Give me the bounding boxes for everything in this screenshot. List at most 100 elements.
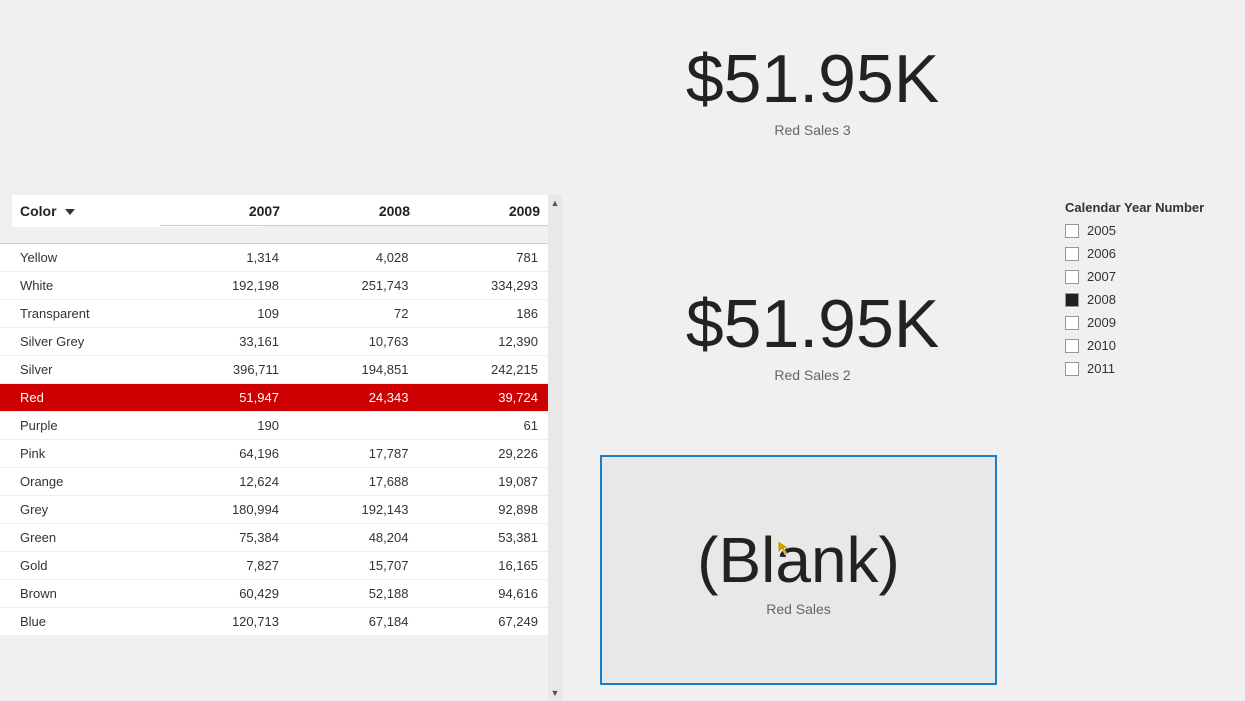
legend-items: 2005 2006 2007 2008 2009 2010 2011 — [1065, 223, 1225, 376]
cell-2009: 94,616 — [418, 580, 548, 607]
cell-2007: 64,196 — [159, 440, 289, 467]
cell-color: Transparent — [0, 300, 159, 327]
cell-color: Orange — [0, 468, 159, 495]
table-row[interactable]: Orange12,62417,68819,087 — [0, 468, 548, 496]
cell-2009: 61 — [418, 412, 548, 439]
table-row[interactable]: Brown60,42952,18894,616 — [0, 580, 548, 608]
legend-title: Calendar Year Number — [1065, 200, 1225, 215]
table-body: Yellow1,3144,028781White192,198251,74333… — [0, 244, 548, 636]
year-2009-header: 2009 — [420, 203, 550, 219]
cell-2009: 53,381 — [418, 524, 548, 551]
scroll-up-arrow[interactable]: ▲ — [548, 195, 562, 211]
cell-color: Pink — [0, 440, 159, 467]
legend-checkbox[interactable] — [1065, 362, 1079, 376]
blank-card-label: Red Sales — [766, 601, 831, 617]
cell-2008 — [289, 412, 419, 439]
cell-color: Yellow — [0, 244, 159, 271]
cell-2007: 33,161 — [159, 328, 289, 355]
cell-2007: 180,994 — [159, 496, 289, 523]
legend-checkbox[interactable] — [1065, 316, 1079, 330]
cell-2009: 12,390 — [418, 328, 548, 355]
legend-item[interactable]: 2010 — [1065, 338, 1225, 353]
cell-2007: 1,314 — [159, 244, 289, 271]
legend-year-label: 2005 — [1087, 223, 1116, 238]
cell-2008: 194,851 — [289, 356, 419, 383]
legend-checkbox[interactable] — [1065, 293, 1079, 307]
cell-2007: 12,624 — [159, 468, 289, 495]
table-row[interactable]: Blue120,71367,18467,249 — [0, 608, 548, 636]
cell-2007: 190 — [159, 412, 289, 439]
cell-2008: 48,204 — [289, 524, 419, 551]
legend-checkbox[interactable] — [1065, 339, 1079, 353]
kpi-middle-value: $51.95K — [580, 285, 1045, 363]
cell-2007: 7,827 — [159, 552, 289, 579]
cell-2007: 60,429 — [159, 580, 289, 607]
cell-2007: 51,947 — [159, 384, 289, 411]
cell-color: Brown — [0, 580, 159, 607]
cell-color: White — [0, 272, 159, 299]
cell-color: Silver — [0, 356, 159, 383]
year-headers: 2007 2008 2009 — [160, 195, 550, 226]
table-row[interactable]: Red51,94724,34339,724 — [0, 384, 548, 412]
table-row[interactable]: Gold7,82715,70716,165 — [0, 552, 548, 580]
cell-2009: 242,215 — [418, 356, 548, 383]
cell-2009: 39,724 — [418, 384, 548, 411]
cell-2007: 120,713 — [159, 608, 289, 635]
cell-2009: 16,165 — [418, 552, 548, 579]
table-row[interactable]: Grey180,994192,14392,898 — [0, 496, 548, 524]
legend-item[interactable]: 2011 — [1065, 361, 1225, 376]
blank-card[interactable]: (Blank) Red Sales — [600, 455, 997, 685]
table-row[interactable]: Silver396,711194,851242,215 — [0, 356, 548, 384]
cell-2009: 334,293 — [418, 272, 548, 299]
legend-year-label: 2008 — [1087, 292, 1116, 307]
cell-2008: 10,763 — [289, 328, 419, 355]
cell-color: Grey — [0, 496, 159, 523]
legend-item[interactable]: 2005 — [1065, 223, 1225, 238]
cell-2008: 24,343 — [289, 384, 419, 411]
legend-checkbox[interactable] — [1065, 247, 1079, 261]
scroll-track: ▲ ▼ — [548, 195, 562, 701]
cursor-icon — [776, 539, 794, 562]
cell-2009: 29,226 — [418, 440, 548, 467]
legend-container: Calendar Year Number 2005200620072008200… — [1065, 200, 1225, 384]
legend-item[interactable]: 2006 — [1065, 246, 1225, 261]
cell-2009: 19,087 — [418, 468, 548, 495]
cell-color: Silver Grey — [0, 328, 159, 355]
table-row[interactable]: Pink64,19617,78729,226 — [0, 440, 548, 468]
sort-arrow-icon[interactable] — [65, 209, 75, 215]
color-column-header: Color — [20, 203, 57, 219]
cell-2009: 781 — [418, 244, 548, 271]
year-2007-header: 2007 — [160, 203, 290, 219]
blank-card-value: (Blank) — [697, 523, 900, 597]
legend-item[interactable]: 2009 — [1065, 315, 1225, 330]
year-2008-header: 2008 — [290, 203, 420, 219]
legend-item[interactable]: 2007 — [1065, 269, 1225, 284]
table-row[interactable]: Transparent10972186 — [0, 300, 548, 328]
table-row[interactable]: White192,198251,743334,293 — [0, 272, 548, 300]
legend-item[interactable]: 2008 — [1065, 292, 1225, 307]
table-row[interactable]: Green75,38448,20453,381 — [0, 524, 548, 552]
table-row[interactable]: Silver Grey33,16110,76312,390 — [0, 328, 548, 356]
cell-2009: 186 — [418, 300, 548, 327]
cell-2008: 251,743 — [289, 272, 419, 299]
scroll-down-arrow[interactable]: ▼ — [548, 685, 562, 701]
table-row[interactable]: Purple190 61 — [0, 412, 548, 440]
cell-color: Red — [0, 384, 159, 411]
cell-2007: 396,711 — [159, 356, 289, 383]
table-row[interactable]: Yellow1,3144,028781 — [0, 244, 548, 272]
kpi-top-label: Red Sales 3 — [580, 122, 1045, 138]
cell-2009: 67,249 — [418, 608, 548, 635]
cell-2008: 17,787 — [289, 440, 419, 467]
legend-checkbox[interactable] — [1065, 270, 1079, 284]
cell-2008: 15,707 — [289, 552, 419, 579]
kpi-top-value: $51.95K — [580, 40, 1045, 118]
cell-2007: 75,384 — [159, 524, 289, 551]
cell-2009: 92,898 — [418, 496, 548, 523]
cell-2008: 17,688 — [289, 468, 419, 495]
legend-checkbox[interactable] — [1065, 224, 1079, 238]
legend-year-label: 2009 — [1087, 315, 1116, 330]
cell-color: Gold — [0, 552, 159, 579]
kpi-middle-container: $51.95K Red Sales 2 — [580, 285, 1045, 383]
cell-2008: 4,028 — [289, 244, 419, 271]
cell-color: Purple — [0, 412, 159, 439]
